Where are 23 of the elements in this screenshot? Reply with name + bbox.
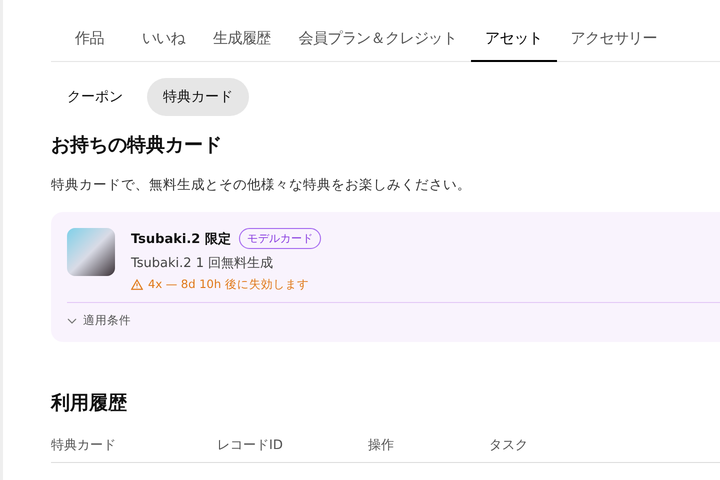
- nav-tab[interactable]: 作品: [75, 20, 104, 62]
- warning-icon: [131, 279, 143, 290]
- section-title: お持ちの特典カード: [51, 133, 223, 158]
- conditions-toggle[interactable]: 適用条件: [67, 313, 131, 328]
- expiry-warning: 4x — 8d 10h 後に失効します: [148, 277, 309, 292]
- nav-tab[interactable]: 会員プラン＆クレジット: [298, 20, 458, 62]
- card-title: Tsubaki.2 限定: [131, 230, 231, 248]
- sub-tab[interactable]: クーポン: [51, 78, 139, 116]
- chevron-icon: [67, 318, 77, 324]
- history-title: 利用履歴: [51, 391, 128, 416]
- column-header: 操作: [368, 437, 395, 454]
- nav-tab[interactable]: アクセサリー: [570, 20, 658, 62]
- nav-tab[interactable]: 生成履歴: [213, 20, 271, 62]
- nav-tab[interactable]: いいね: [142, 20, 186, 62]
- column-header: レコードID: [217, 437, 284, 454]
- description-text: 特典カードで、無料生成とその他様々な特典をお楽しみください。: [51, 176, 472, 194]
- sub-tab[interactable]: 特典カード: [147, 78, 249, 116]
- column-header: タスク: [489, 437, 529, 454]
- nav-tab[interactable]: アセット: [471, 20, 557, 62]
- photo-placeholder: [67, 228, 115, 276]
- column-header: 特典カード: [51, 437, 117, 454]
- card-subtitle: Tsubaki.2 1 回無料生成: [131, 255, 274, 272]
- card-badge: モデルカード: [238, 228, 321, 249]
